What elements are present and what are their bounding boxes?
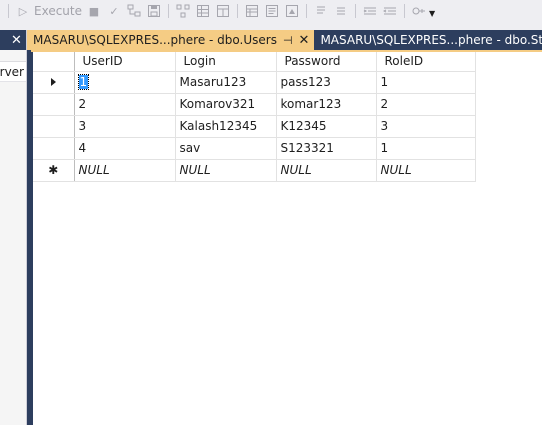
cell-userid[interactable]: 1 bbox=[74, 71, 176, 94]
selected-cell-value[interactable]: 1 bbox=[77, 74, 90, 90]
current-row-icon bbox=[50, 78, 56, 86]
table-row[interactable]: 2 Komarov321 komar123 2 bbox=[33, 93, 476, 116]
table-row[interactable]: 4 sav S123321 1 bbox=[33, 137, 476, 160]
close-icon[interactable]: ✕ bbox=[11, 33, 22, 48]
cell-roleid[interactable]: 1 bbox=[376, 71, 476, 94]
cell-password[interactable]: K12345 bbox=[276, 115, 377, 138]
tab-dbo-staff[interactable]: MASARU\SQLEXPRES...phere - dbo.Staff bbox=[314, 30, 542, 50]
cell-password[interactable]: komar123 bbox=[276, 93, 377, 116]
query-design-icon[interactable] bbox=[126, 3, 142, 19]
options-icon[interactable] bbox=[411, 3, 427, 19]
corner-cell[interactable] bbox=[33, 52, 75, 72]
cell-login[interactable]: sav bbox=[175, 137, 277, 160]
results-icon[interactable] bbox=[244, 3, 260, 19]
table-row[interactable]: 1 Masaru123 pass123 1 bbox=[33, 71, 476, 94]
cell-userid[interactable]: 4 bbox=[74, 137, 176, 160]
document-tabs: MASARU\SQLEXPRES...phere - dbo.Users ⊣ ✕… bbox=[27, 30, 542, 50]
stop-icon[interactable]: ■ bbox=[86, 3, 102, 19]
tree-item-label: rver bbox=[0, 64, 24, 79]
table-row[interactable]: 3 Kalash12345 K12345 3 bbox=[33, 115, 476, 138]
object-explorer-header: ✕ bbox=[0, 30, 26, 50]
indent-icon[interactable] bbox=[362, 3, 378, 19]
cell-password[interactable]: pass123 bbox=[276, 71, 377, 94]
outdent-icon[interactable] bbox=[382, 3, 398, 19]
cell-roleid[interactable]: 3 bbox=[376, 115, 476, 138]
cell-login[interactable]: Komarov321 bbox=[175, 93, 277, 116]
cell-login[interactable]: Masaru123 bbox=[175, 71, 277, 94]
column-header-roleid[interactable]: RoleID bbox=[376, 52, 476, 72]
row-header[interactable] bbox=[33, 137, 75, 160]
toolbar-separator bbox=[404, 4, 405, 18]
new-row[interactable]: ✱ NULL NULL NULL NULL bbox=[33, 159, 476, 182]
diagram-icon[interactable] bbox=[175, 3, 191, 19]
save-icon[interactable] bbox=[146, 3, 162, 19]
header-row: UserID Login Password RoleID bbox=[33, 52, 476, 72]
tree-item-server[interactable]: rver bbox=[0, 62, 26, 82]
column-header-userid[interactable]: UserID bbox=[74, 52, 176, 72]
cell-userid[interactable]: NULL bbox=[74, 159, 176, 182]
row-header[interactable] bbox=[33, 115, 75, 138]
uncomment-icon[interactable] bbox=[333, 3, 349, 19]
execute-button[interactable]: ▷ Execute bbox=[15, 2, 82, 20]
toolbar-separator bbox=[306, 4, 307, 18]
cell-userid[interactable]: 3 bbox=[74, 115, 176, 138]
cell-login[interactable]: Kalash12345 bbox=[175, 115, 277, 138]
panel-title-fragment bbox=[0, 33, 9, 48]
toolbar-separator bbox=[8, 4, 9, 18]
grid-icon[interactable] bbox=[195, 3, 211, 19]
toolbar-separator bbox=[168, 4, 169, 18]
cell-userid[interactable]: 2 bbox=[74, 93, 176, 116]
tab-dbo-users[interactable]: MASARU\SQLEXPRES...phere - dbo.Users ⊣ ✕ bbox=[27, 30, 315, 50]
cell-password[interactable]: S123321 bbox=[276, 137, 377, 160]
panel-toolbar bbox=[0, 50, 26, 62]
toolbar-separator bbox=[355, 4, 356, 18]
comment-icon[interactable] bbox=[313, 3, 329, 19]
cell-roleid[interactable]: NULL bbox=[376, 159, 476, 182]
column-header-password[interactable]: Password bbox=[276, 52, 377, 72]
check-icon[interactable]: ✓ bbox=[106, 3, 122, 19]
execute-label: Execute bbox=[34, 4, 82, 18]
tab-label: MASARU\SQLEXPRES...phere - dbo.Staff bbox=[320, 33, 542, 47]
cell-roleid[interactable]: 1 bbox=[376, 137, 476, 160]
query-toolbar: ▷ Execute ■ ✓ ▼ bbox=[0, 0, 542, 22]
column-header-login[interactable]: Login bbox=[175, 52, 277, 72]
execute-icon: ▷ bbox=[18, 4, 28, 18]
row-header[interactable] bbox=[33, 71, 75, 94]
row-header[interactable] bbox=[33, 93, 75, 116]
object-explorer-panel: ✕ rver bbox=[0, 30, 27, 425]
cell-roleid[interactable]: 2 bbox=[376, 93, 476, 116]
file-results-icon[interactable] bbox=[284, 3, 300, 19]
toolbar-overflow-icon[interactable]: ▼ bbox=[429, 9, 435, 18]
results-grid: UserID Login Password RoleID 1 Masaru123… bbox=[33, 52, 476, 182]
cell-password[interactable]: NULL bbox=[276, 159, 377, 182]
tab-label: MASARU\SQLEXPRES...phere - dbo.Users bbox=[33, 33, 277, 47]
new-row-icon[interactable]: ✱ bbox=[33, 159, 75, 182]
pin-icon[interactable]: ⊣ bbox=[283, 34, 293, 47]
close-icon[interactable]: ✕ bbox=[299, 33, 310, 48]
toolbar-separator bbox=[237, 4, 238, 18]
cell-login[interactable]: NULL bbox=[175, 159, 277, 182]
results-grid-area: UserID Login Password RoleID 1 Masaru123… bbox=[33, 52, 542, 425]
table-icon[interactable] bbox=[215, 3, 231, 19]
text-results-icon[interactable] bbox=[264, 3, 280, 19]
